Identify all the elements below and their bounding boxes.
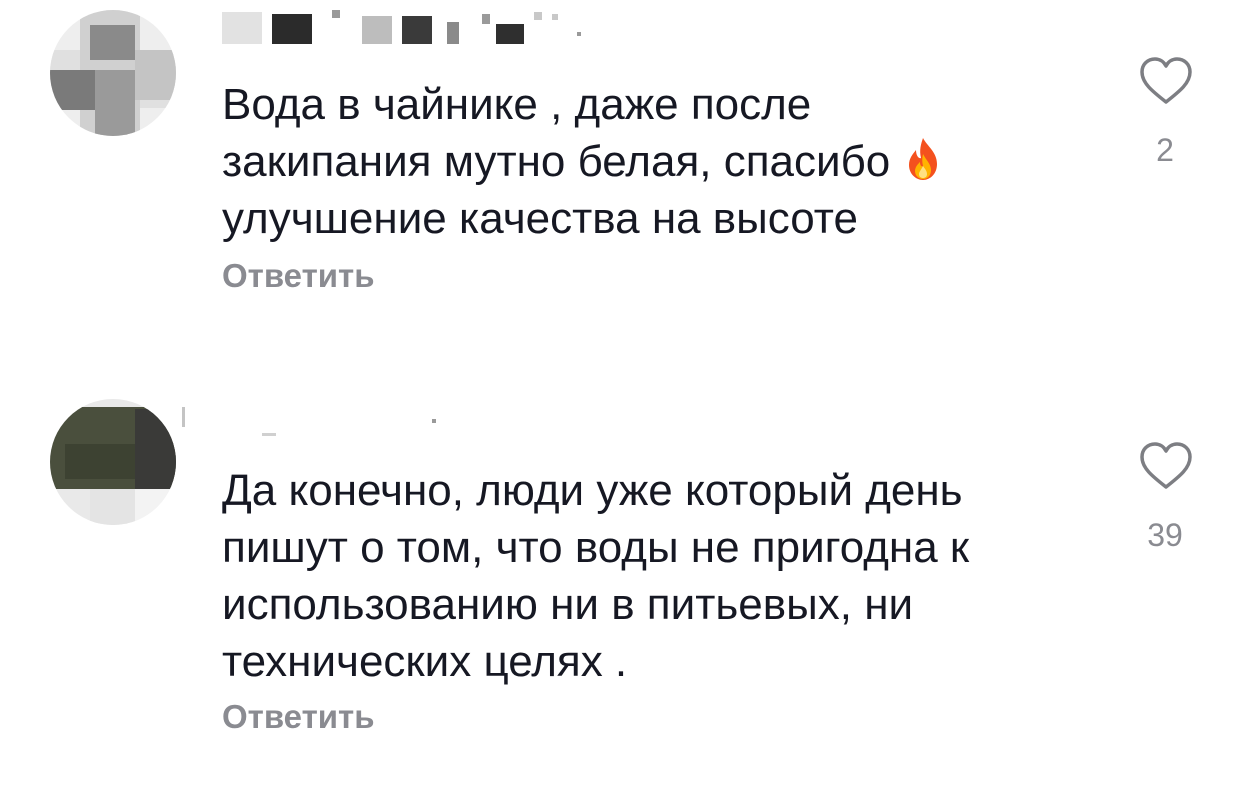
comment-text-part: улучшение качества на высоте bbox=[222, 194, 858, 243]
username[interactable] bbox=[222, 8, 602, 48]
comment-item: Да конечно, люди уже который день пишут … bbox=[0, 395, 1260, 789]
heart-icon[interactable] bbox=[1138, 441, 1194, 491]
comment-item: Вода в чайнике , даже после закипания му… bbox=[0, 0, 1260, 360]
heart-icon[interactable] bbox=[1138, 56, 1194, 106]
username[interactable] bbox=[182, 405, 482, 445]
avatar[interactable] bbox=[50, 10, 176, 136]
avatar[interactable] bbox=[50, 399, 176, 525]
like-count: 2 bbox=[1156, 132, 1174, 168]
reply-button[interactable]: Ответить bbox=[222, 256, 375, 296]
comment-text-part: Вода в чайнике , даже после закипания му… bbox=[222, 80, 891, 186]
like-count: 39 bbox=[1147, 517, 1183, 553]
reply-button[interactable]: Ответить bbox=[222, 697, 375, 737]
comment-text: Вода в чайнике , даже после закипания му… bbox=[222, 76, 1102, 247]
fire-icon bbox=[908, 138, 937, 180]
comment-text: Да конечно, люди уже который день пишут … bbox=[222, 466, 970, 686]
